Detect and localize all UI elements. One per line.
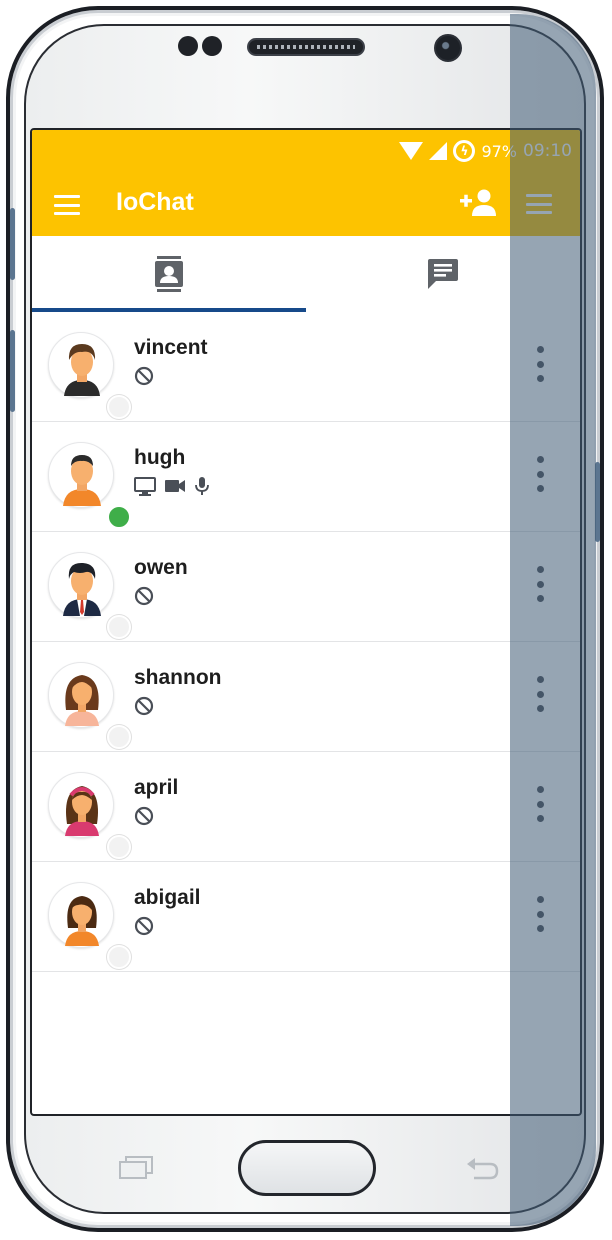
blocked-icon [134, 366, 154, 386]
capabilities [134, 806, 154, 826]
app-title: IoChat [116, 188, 194, 216]
blocked-icon [134, 586, 154, 606]
add-person-icon[interactable] [460, 188, 496, 218]
clock: 09:10 [523, 141, 572, 161]
blocked-icon [134, 806, 154, 826]
menu-icon[interactable] [526, 194, 552, 214]
presence-indicator [107, 505, 131, 529]
recent-apps-key[interactable] [118, 1156, 154, 1180]
earpiece-speaker [247, 38, 365, 56]
more-options-button[interactable] [528, 562, 552, 606]
list-item[interactable]: hugh [32, 422, 580, 532]
avatar [48, 772, 131, 859]
blocked-icon [134, 696, 154, 716]
volume-down-key[interactable] [10, 330, 15, 412]
video-icon [165, 480, 185, 492]
capabilities [134, 696, 154, 716]
power-key[interactable] [595, 462, 600, 542]
screen-share-icon [134, 477, 156, 496]
front-camera [434, 34, 462, 62]
toolbar: IoChat [32, 180, 580, 236]
contact-name: abigail [134, 886, 201, 909]
app-bar: ϟ 97% 09:10 IoChat [32, 130, 580, 236]
avatar [48, 552, 131, 639]
cell-signal-icon [429, 142, 448, 160]
contact-name: vincent [134, 336, 208, 359]
contact-list: vincent hugh owen shannon april abigail [32, 312, 580, 972]
tab-bar [32, 236, 580, 312]
avatar [48, 332, 131, 419]
more-options-button[interactable] [528, 672, 552, 716]
more-options-button[interactable] [528, 452, 552, 496]
contacts-icon [155, 256, 183, 292]
blocked-icon [134, 916, 154, 936]
capabilities [134, 916, 154, 936]
presence-indicator [107, 725, 131, 749]
avatar [48, 662, 131, 749]
list-item[interactable]: april [32, 752, 580, 862]
list-item[interactable]: owen [32, 532, 580, 642]
presence-indicator [107, 395, 131, 419]
hamburger-menu-icon[interactable] [54, 195, 80, 215]
app-screen: ϟ 97% 09:10 IoChat vincent hugh owen sha… [30, 128, 582, 1116]
wifi-icon [399, 142, 424, 160]
capabilities [134, 476, 210, 496]
sensor-dots [178, 36, 222, 56]
more-options-button[interactable] [528, 892, 552, 936]
more-options-button[interactable] [528, 782, 552, 826]
battery-percent: 97% [481, 141, 517, 161]
tab-contacts[interactable] [32, 236, 306, 312]
status-bar: ϟ 97% 09:10 [399, 140, 572, 162]
contact-name: owen [134, 556, 188, 579]
contact-name: april [134, 776, 179, 799]
contact-name: hugh [134, 446, 186, 469]
avatar [48, 442, 131, 529]
presence-indicator [107, 835, 131, 859]
capabilities [134, 366, 154, 386]
presence-indicator [107, 615, 131, 639]
capabilities [134, 586, 154, 606]
battery-charging-icon: ϟ [453, 140, 476, 162]
more-options-button[interactable] [528, 342, 552, 386]
list-item[interactable]: vincent [32, 312, 580, 422]
presence-indicator [107, 945, 131, 969]
back-key[interactable] [464, 1156, 500, 1182]
chat-icon [428, 259, 458, 289]
microphone-icon [195, 477, 209, 495]
list-item[interactable]: shannon [32, 642, 580, 752]
volume-up-key[interactable] [10, 208, 15, 280]
avatar [48, 882, 131, 969]
contact-name: shannon [134, 666, 222, 689]
list-item[interactable]: abigail [32, 862, 580, 972]
home-button[interactable] [238, 1140, 376, 1196]
tab-chats[interactable] [306, 236, 580, 312]
